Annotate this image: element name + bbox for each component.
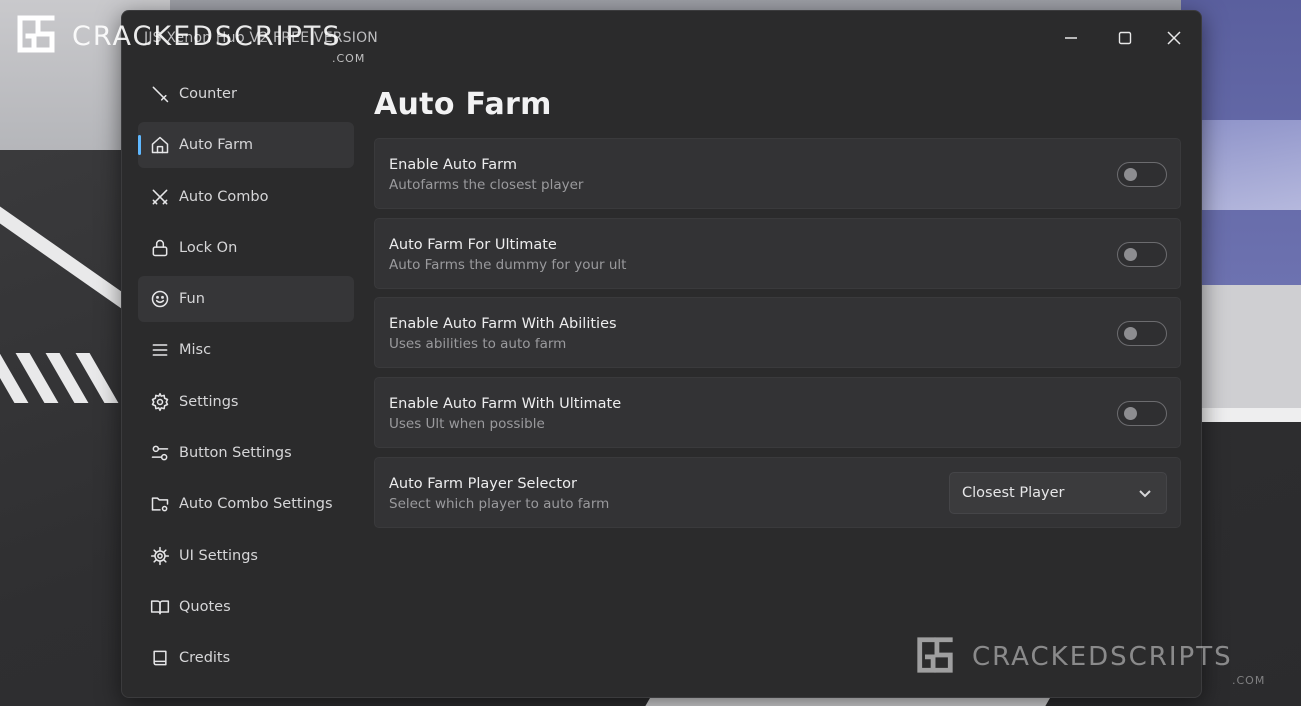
crossed-swords-icon [150, 187, 170, 207]
sidebar-item-lock-on[interactable]: Lock On [138, 225, 354, 271]
page-title: Auto Farm [374, 87, 552, 122]
sidebar-item-label: Settings [179, 393, 239, 410]
setting-title: Enable Auto Farm [389, 157, 518, 173]
dropdown-value: Closest Player [962, 484, 1065, 501]
sidebar-item-label: Misc [179, 342, 212, 359]
sliders-icon [150, 443, 170, 463]
close-button[interactable] [1159, 23, 1189, 53]
setting-title: Enable Auto Farm With Abilities [389, 316, 617, 333]
toggle-knob [1124, 168, 1137, 181]
sidebar-item-label: Auto Combo Settings [179, 496, 333, 513]
setting-row-auto-farm-ultimate: Auto Farm For Ultimate Auto Farms the du… [374, 217, 1181, 289]
sidebar-item-label: Auto Farm [179, 137, 254, 154]
settings-list: Enable Auto Farm Autofarms the closest p… [374, 138, 1181, 536]
sidebar-nav: Counter Auto Farm Auto Combo Lock On Fun… [138, 71, 354, 687]
cog-icon [150, 546, 170, 566]
app-window: JJS Xenon Hub V2 FREE VERSION Counter Au… [121, 10, 1202, 698]
sidebar-item-label: Counter [179, 86, 237, 102]
maximize-button[interactable] [1110, 23, 1140, 53]
setting-title: Auto Farm For Ultimate [389, 236, 557, 253]
sword-icon [150, 84, 170, 104]
maximize-icon [1118, 31, 1132, 45]
sidebar-item-ui-settings[interactable]: UI Settings [138, 533, 354, 579]
sidebar-item-auto-combo[interactable]: Auto Combo [138, 174, 354, 220]
setting-description: Autofarms the closest player [389, 177, 584, 193]
title-bar[interactable]: JJS Xenon Hub V2 FREE VERSION [122, 11, 1201, 63]
minimize-button[interactable] [1056, 23, 1086, 53]
toggle-knob [1124, 327, 1137, 341]
enable-auto-farm-toggle[interactable] [1117, 162, 1167, 187]
auto-farm-with-ultimate-toggle[interactable] [1117, 401, 1167, 427]
setting-description: Uses Ult when possible [389, 416, 545, 433]
sidebar-item-settings[interactable]: Settings [138, 379, 354, 425]
auto-farm-abilities-toggle[interactable] [1117, 321, 1167, 347]
sidebar-item-quotes[interactable]: Quotes [138, 584, 354, 630]
menu-icon [150, 340, 170, 360]
setting-row-auto-farm-abilities: Enable Auto Farm With Abilities Uses abi… [374, 297, 1181, 369]
sidebar-item-label: Button Settings [179, 445, 292, 462]
active-indicator [138, 135, 141, 156]
setting-row-auto-farm-with-ultimate: Enable Auto Farm With Ultimate Uses Ult … [374, 377, 1181, 449]
setting-row-player-selector: Auto Farm Player Selector Select which p… [374, 456, 1181, 528]
setting-title: Auto Farm Player Selector [389, 475, 577, 492]
lock-icon [150, 238, 170, 258]
book-icon [150, 648, 170, 668]
sidebar-item-fun[interactable]: Fun [138, 276, 354, 323]
sidebar-item-auto-combo-settings[interactable]: Auto Combo Settings [138, 481, 354, 527]
toggle-knob [1124, 407, 1137, 421]
folder-gear-icon [150, 494, 170, 514]
sidebar-item-counter[interactable]: Counter [138, 71, 354, 117]
sidebar-item-misc[interactable]: Misc [138, 327, 354, 373]
sidebar-item-label: Credits [179, 650, 231, 667]
book-open-icon [150, 597, 170, 617]
player-selector-dropdown[interactable]: Closest Player [949, 471, 1167, 514]
sidebar-item-label: Lock On [179, 239, 238, 256]
setting-description: Uses abilities to auto farm [389, 336, 567, 353]
setting-title: Enable Auto Farm With Ultimate [389, 396, 622, 413]
window-title: JJS Xenon Hub V2 FREE VERSION [144, 30, 378, 46]
chevron-down-icon [1138, 486, 1152, 500]
smile-icon [150, 289, 170, 309]
sidebar-item-label: Fun [179, 291, 205, 308]
setting-description: Select which player to auto farm [389, 495, 610, 512]
sidebar-item-label: Quotes [179, 598, 231, 615]
sidebar-item-button-settings[interactable]: Button Settings [138, 430, 354, 476]
toggle-knob [1124, 247, 1137, 261]
sidebar-item-auto-farm[interactable]: Auto Farm [138, 122, 354, 169]
close-icon [1167, 31, 1181, 45]
gear-icon [150, 392, 170, 412]
auto-farm-ultimate-toggle[interactable] [1117, 241, 1167, 267]
sidebar-item-credits[interactable]: Credits [138, 635, 354, 681]
sidebar-item-label: Auto Combo [179, 188, 269, 205]
setting-row-enable-auto-farm: Enable Auto Farm Autofarms the closest p… [374, 138, 1181, 209]
minimize-icon [1065, 37, 1077, 39]
setting-description: Auto Farms the dummy for your ult [389, 256, 627, 273]
home-icon [150, 135, 170, 155]
sidebar-item-label: UI Settings [179, 547, 258, 564]
